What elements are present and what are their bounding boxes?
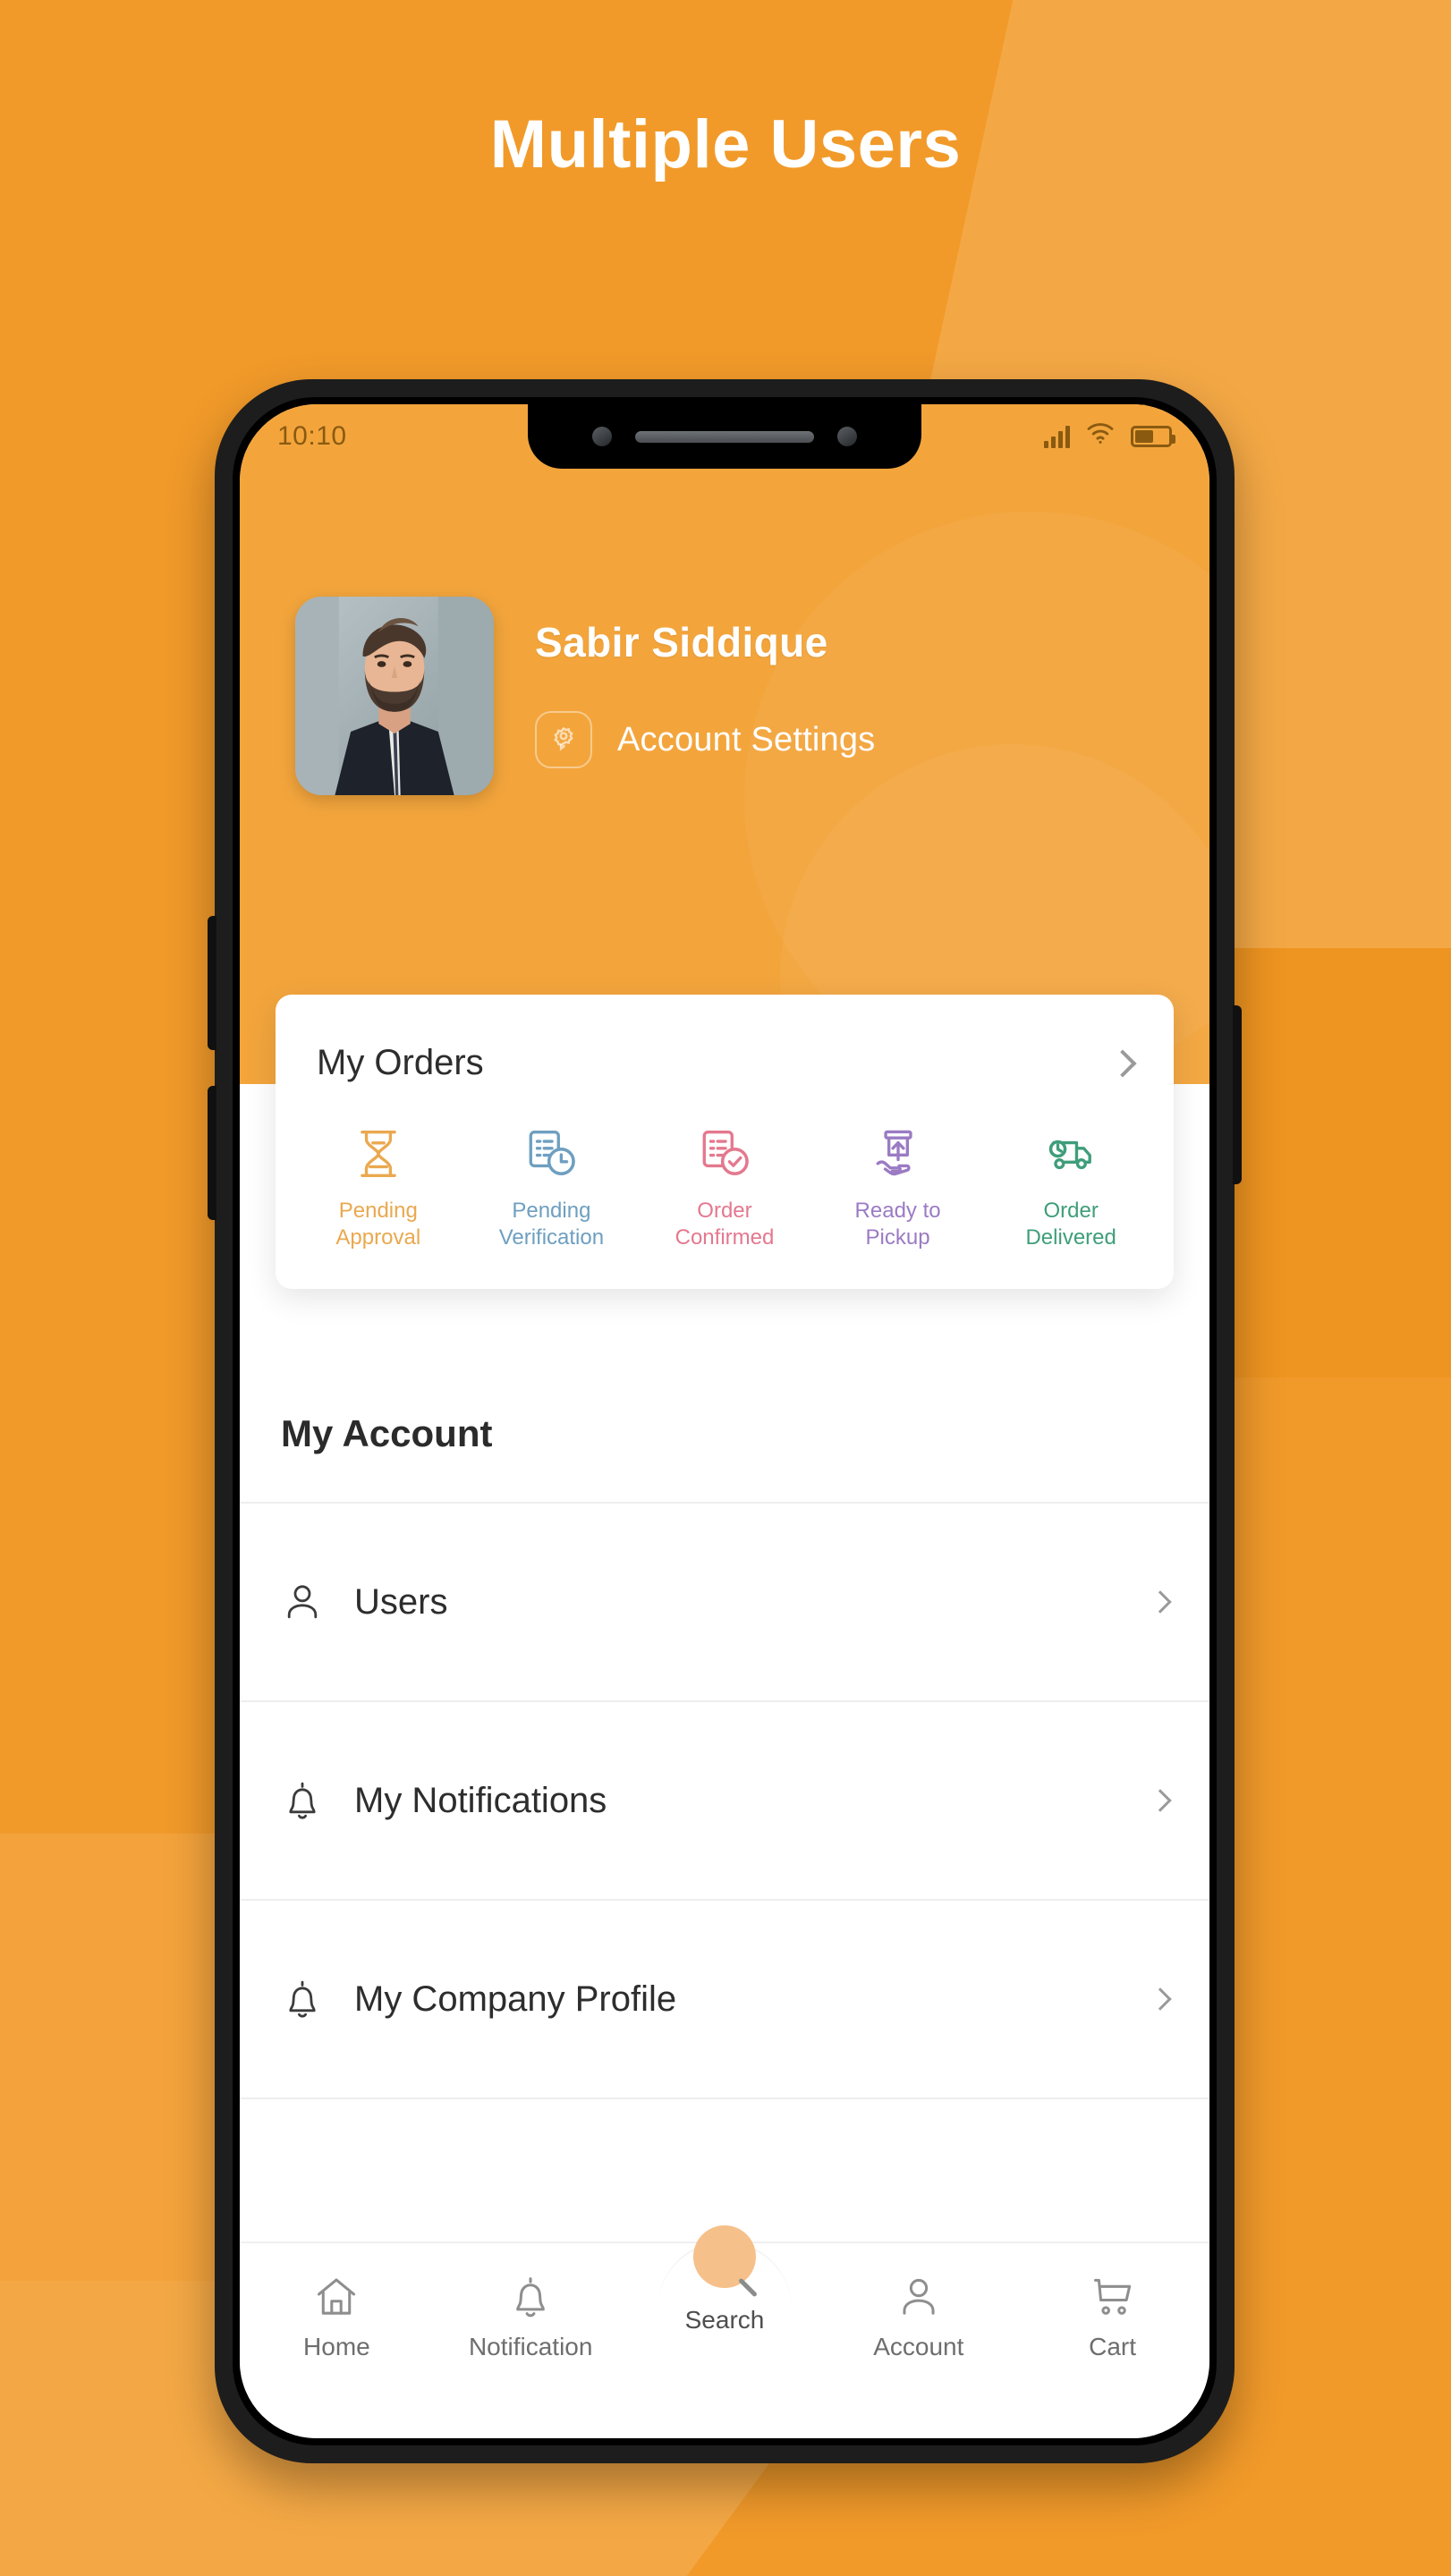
user-icon [903,2278,935,2315]
wifi-icon [1086,421,1115,452]
bell-icon [289,1980,316,2018]
chevron-right-icon[interactable] [1149,1789,1172,1812]
order-status-order-delivered[interactable]: Order Delivered [984,1126,1158,1251]
order-status-label: Pending Approval [335,1199,421,1250]
status-icons [1044,421,1175,452]
home-icon [318,2278,356,2315]
profile-text: Sabir Siddique Account Settings [535,597,875,768]
menu-item-label: My Company Profile [354,1979,677,2019]
order-status-pending-verification[interactable]: Pending Verification [465,1126,639,1251]
my-orders-card[interactable]: My Orders Pending Approval Pending Verif… [276,995,1174,1290]
my-account-heading: My Account [281,1412,493,1454]
nav-item-label: Account [873,2333,964,2360]
earpiece-speaker [635,430,814,443]
clipboard-check-icon [702,1131,749,1175]
delivery-truck-icon [1049,1140,1092,1170]
menu-item-label: My Notifications [354,1780,607,1820]
my-orders-header[interactable]: My Orders [276,995,1174,1119]
nav-item-label: Home [303,2333,370,2360]
order-status-ready-to-pickup[interactable]: Ready to Pickup [811,1126,985,1251]
search-icon[interactable] [692,2225,756,2288]
user-icon [287,1585,318,1619]
volume-down-button[interactable] [208,1086,216,1220]
avatar[interactable] [295,597,494,795]
nav-item-cart[interactable]: Cart [1015,2274,1209,2361]
chevron-right-icon[interactable] [1149,1590,1172,1614]
phone-notch [528,404,921,469]
user-name: Sabir Siddique [535,619,828,665]
menu-item-users[interactable]: Users [240,1502,1209,1700]
nav-item-label: Search [684,2306,765,2334]
phone-bezel: 10:10 Sabir Siddique Account Settings My… [233,397,1217,2445]
phone-screen: 10:10 Sabir Siddique Account Settings My… [240,404,1209,2438]
my-account-section: My Account Users My Notifications My Com… [240,1330,1209,2133]
menu-item-label: Users [354,1581,448,1622]
order-status-row: Pending Approval Pending Verification Or… [276,1119,1174,1289]
chevron-right-icon[interactable] [1108,1048,1137,1078]
power-button[interactable] [1233,1005,1242,1184]
account-settings-button[interactable]: Account Settings [535,711,875,768]
phone-mockup: 10:10 Sabir Siddique Account Settings My… [208,379,1242,2463]
menu-item-my-company-profile[interactable]: My Company Profile [240,1899,1209,2097]
order-status-label: Ready to Pickup [854,1199,941,1250]
nav-item-notification[interactable]: Notification [434,2274,628,2361]
order-status-label: Pending Verification [498,1199,605,1250]
bell-icon [289,1782,316,1819]
status-time: 10:10 [277,421,347,451]
nav-item-label: Cart [1089,2333,1137,2360]
sensor-icon [837,427,857,446]
account-settings-label: Account Settings [617,720,876,758]
order-status-label: Order Confirmed [675,1199,775,1250]
clipboard-clock-icon [529,1131,576,1175]
volume-up-button[interactable] [208,916,216,1050]
order-status-label: Order Delivered [1025,1199,1116,1250]
bottom-navigation-bar: Home Notification Search Account Cart [240,2225,1209,2438]
nav-item-label: Notification [468,2333,593,2360]
list-divider [240,2097,1209,2133]
cellular-signal-icon [1044,425,1070,448]
hand-package-icon [876,1130,912,1176]
battery-icon [1131,426,1175,447]
profile-row[interactable]: Sabir Siddique Account Settings [295,597,1174,795]
nav-item-home[interactable]: Home [240,2274,434,2361]
order-status-pending-approval[interactable]: Pending Approval [292,1126,465,1251]
menu-item-my-notifications[interactable]: My Notifications [240,1700,1209,1899]
front-camera-icon [592,427,612,446]
my-orders-title: My Orders [317,1043,484,1082]
nav-item-search[interactable]: Search [628,2225,822,2334]
page-title: Multiple Users [489,106,962,182]
gear-icon [535,711,592,768]
bell-icon [516,2277,546,2318]
hourglass-icon [361,1131,396,1177]
chevron-right-icon[interactable] [1149,1987,1172,2011]
shopping-cart-icon [1093,2278,1131,2315]
nav-item-account[interactable]: Account [821,2274,1015,2361]
order-status-order-confirmed[interactable]: Order Confirmed [638,1126,811,1251]
